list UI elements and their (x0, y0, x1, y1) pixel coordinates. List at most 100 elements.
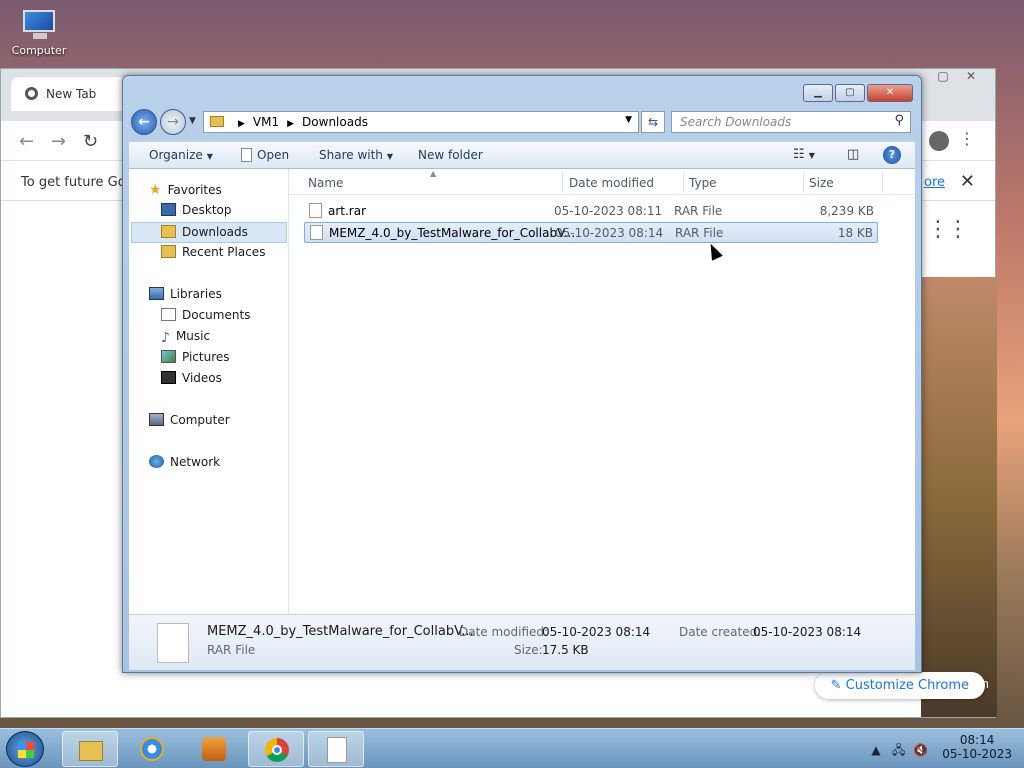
volume-muted-icon[interactable]: 🔇 (913, 743, 928, 757)
background-image (921, 277, 997, 717)
clock[interactable]: 08:14 05-10-2023 (942, 733, 1012, 761)
file-row-selected[interactable]: MEMZ_4.0_by_TestMalware_for_CollabV... 0… (304, 222, 878, 243)
media-player-icon (202, 737, 226, 761)
column-size[interactable]: Size (809, 176, 834, 190)
organize-label: Organize (149, 148, 203, 162)
breadcrumb-vm1[interactable]: VM1 (253, 115, 279, 129)
sort-arrow-icon: ▲ (430, 169, 437, 178)
minimize-button[interactable]: ▁ (803, 84, 833, 102)
search-placeholder: Search Downloads (680, 115, 792, 129)
nav-computer[interactable]: Computer (149, 413, 230, 427)
open-button[interactable]: Open (241, 148, 289, 162)
taskbar-internet-explorer[interactable] (124, 731, 180, 767)
taskbar: ▲ 🖧 🔇 08:14 05-10-2023 (0, 728, 1024, 768)
close-button[interactable]: ✕ (867, 84, 913, 102)
customize-chrome-button[interactable]: ✎ Customize Chrome (814, 672, 985, 699)
restore-icon[interactable]: ▢ (929, 69, 957, 83)
share-with-label: Share with (319, 148, 383, 162)
nav-label: Recent Places (182, 245, 266, 259)
details-date-modified: 05-10-2023 08:14 (542, 625, 651, 639)
back-button[interactable]: ← (131, 109, 157, 135)
nav-music[interactable]: ♪ Music (161, 329, 210, 346)
details-size: 17.5 KB (542, 643, 589, 657)
change-view-button[interactable]: ☷ ▼ (793, 147, 815, 162)
reload-icon[interactable]: ↻ (83, 131, 98, 152)
organize-button[interactable]: Organize ▼ (149, 148, 213, 162)
maximize-button[interactable]: ▢ (835, 84, 865, 102)
downloads-folder-icon (161, 225, 176, 238)
nav-downloads[interactable]: Downloads (131, 222, 287, 243)
start-button[interactable] (6, 731, 44, 767)
taskbar-media-player[interactable] (186, 731, 242, 767)
column-name[interactable]: Name (308, 176, 343, 190)
open-icon (241, 148, 252, 162)
column-type[interactable]: Type (689, 176, 717, 190)
new-folder-button[interactable]: New folder (418, 148, 483, 162)
chrome-icon (265, 738, 289, 762)
address-row: ← → ▼ ▶ VM1 ▶ Downloads ▼ ⇆ Search Download… (123, 108, 921, 136)
nav-label: Computer (170, 413, 230, 427)
clock-date: 05-10-2023 (942, 747, 1012, 761)
details-pane: MEMZ_4.0_by_TestMalware_for_CollabV... R… (129, 614, 915, 670)
network-tray-icon[interactable]: 🖧 (892, 743, 905, 757)
documents-icon (161, 308, 176, 321)
taskbar-explorer[interactable] (62, 731, 118, 767)
nav-label: Pictures (182, 350, 230, 364)
profile-avatar-icon[interactable] (929, 131, 949, 151)
desktop-icon-computer[interactable]: Computer (8, 6, 70, 57)
nav-videos[interactable]: Videos (161, 371, 222, 385)
infobar-close-icon[interactable]: ✕ (960, 171, 975, 192)
preview-pane-button[interactable]: ◫ (847, 147, 859, 162)
refresh-button[interactable]: ⇆ (641, 111, 665, 133)
help-icon[interactable]: ? (883, 146, 901, 164)
nav-label: Music (175, 329, 211, 343)
desktop-icon-label: Computer (11, 44, 67, 57)
navigation-pane: ★ Favorites Desktop Downloads Recent Plac… (129, 169, 289, 614)
back-arrow-icon[interactable]: ← (19, 131, 34, 152)
system-tray-icons: ▲ 🖧 🔇 (871, 741, 928, 762)
file-date: 05-10-2023 08:14 (555, 226, 664, 240)
file-row[interactable]: art.rar 05-10-2023 08:11 RAR File 8,239 … (304, 201, 878, 222)
desktop-icon (161, 203, 176, 216)
taskbar-chrome[interactable] (248, 731, 304, 767)
search-icon: ⚲ (894, 113, 904, 128)
videos-icon (161, 371, 176, 384)
infobar-text: To get future Goo (21, 175, 134, 190)
details-size-label: Size: (514, 643, 543, 657)
nav-desktop[interactable]: Desktop (161, 203, 232, 217)
nav-libraries[interactable]: Libraries (149, 287, 222, 301)
explorer-folder-icon (79, 741, 103, 761)
rar-file-icon (310, 225, 323, 240)
address-bar[interactable]: ▶ VM1 ▶ Downloads ▼ (203, 111, 639, 133)
computer-icon (149, 413, 164, 426)
chrome-tab-new-tab[interactable]: New Tab (11, 77, 131, 111)
share-with-button[interactable]: Share with ▼ (319, 148, 393, 162)
file-date: 05-10-2023 08:11 (554, 204, 663, 218)
menu-kebab-icon[interactable]: ⋮ (959, 129, 975, 148)
explorer-titlebar[interactable]: ▁ ▢ ✕ (123, 76, 921, 108)
file-name: MEMZ_4.0_by_TestMalware_for_CollabV... (329, 226, 576, 240)
nav-network[interactable]: Network (149, 455, 220, 469)
nav-favorites[interactable]: ★ Favorites (149, 182, 222, 198)
nav-documents[interactable]: Documents (161, 308, 250, 322)
internet-explorer-icon (140, 737, 164, 761)
nav-pictures[interactable]: Pictures (161, 350, 230, 364)
windows-logo-icon (18, 742, 34, 758)
file-size: 8,239 KB (819, 204, 874, 218)
column-headers: ▲ Name Date modified Type Size (290, 169, 915, 195)
search-input[interactable]: Search Downloads ⚲ (671, 111, 911, 133)
recent-pages-dropdown[interactable]: ▼ (189, 116, 196, 126)
infobar-learn-more-link[interactable]: ore (924, 175, 945, 190)
taskbar-file[interactable] (308, 731, 364, 767)
column-date-modified[interactable]: Date modified (569, 176, 654, 190)
close-icon[interactable]: ✕ (957, 69, 985, 83)
details-date-created: 05-10-2023 08:14 (753, 625, 862, 639)
nav-recent-places[interactable]: Recent Places (161, 245, 265, 259)
address-dropdown-icon[interactable]: ▼ (625, 115, 632, 125)
file-type: RAR File (675, 226, 724, 240)
forward-button[interactable]: → (160, 109, 186, 135)
network-icon (149, 455, 164, 468)
show-hidden-icons[interactable]: ▲ (871, 743, 880, 757)
forward-arrow-icon[interactable]: → (51, 131, 66, 152)
breadcrumb-downloads[interactable]: Downloads (302, 115, 368, 129)
